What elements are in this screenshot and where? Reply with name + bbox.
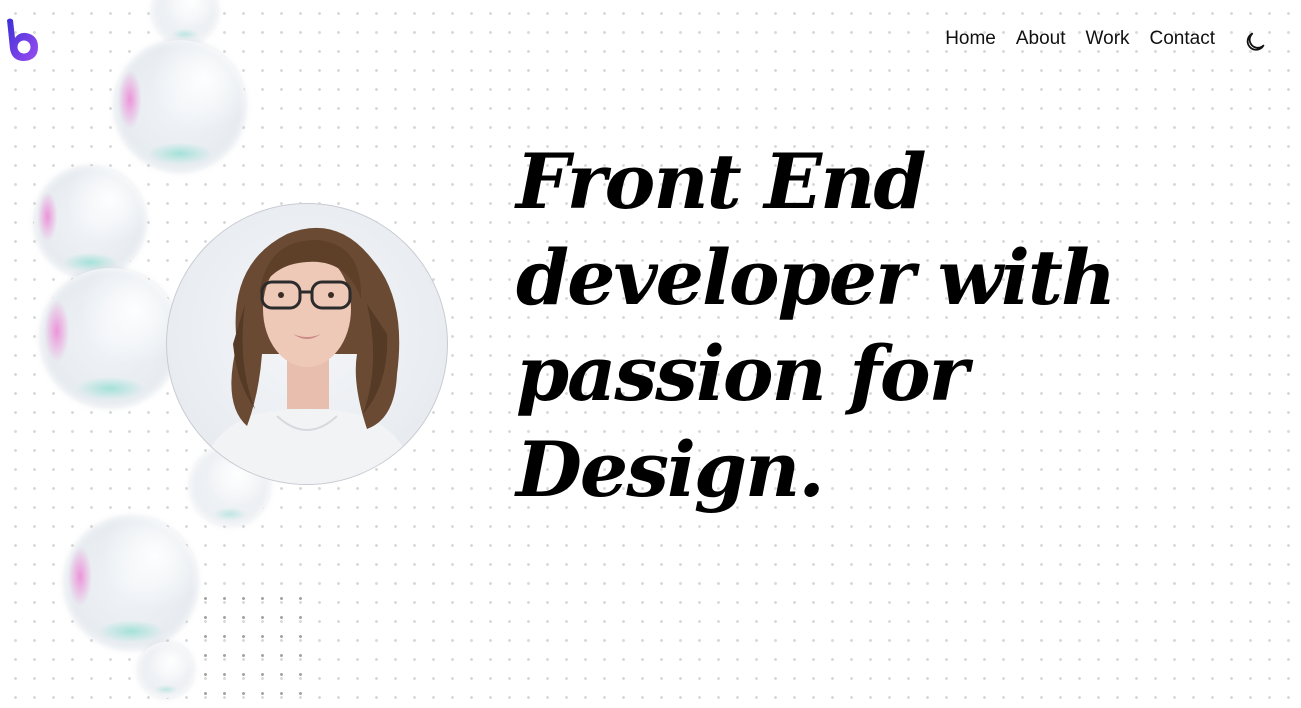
bubble-decoration <box>64 516 198 650</box>
hero-line: developer with <box>516 233 1116 322</box>
bubble-decoration <box>34 166 146 278</box>
bubble-decoration <box>114 40 246 172</box>
profile-photo <box>166 203 448 485</box>
bubble-decoration <box>152 0 218 44</box>
main-nav: Home About Work Contact <box>945 28 1215 50</box>
hero-line: Design. <box>516 425 825 514</box>
nav-work[interactable]: Work <box>1086 28 1130 50</box>
nav-contact[interactable]: Contact <box>1150 28 1215 50</box>
hero-line: Front End <box>516 137 927 226</box>
bubble-decoration <box>138 642 194 698</box>
b-logo-icon[interactable] <box>4 16 42 62</box>
dense-dot-pattern <box>190 585 310 708</box>
bubble-decoration <box>40 268 180 408</box>
moon-icon[interactable] <box>1244 28 1270 54</box>
hero-line: passion for <box>516 329 969 418</box>
hero-headline: Front End developer with passion for Des… <box>516 134 1176 518</box>
nav-about[interactable]: About <box>1016 28 1066 50</box>
nav-home[interactable]: Home <box>945 28 996 50</box>
